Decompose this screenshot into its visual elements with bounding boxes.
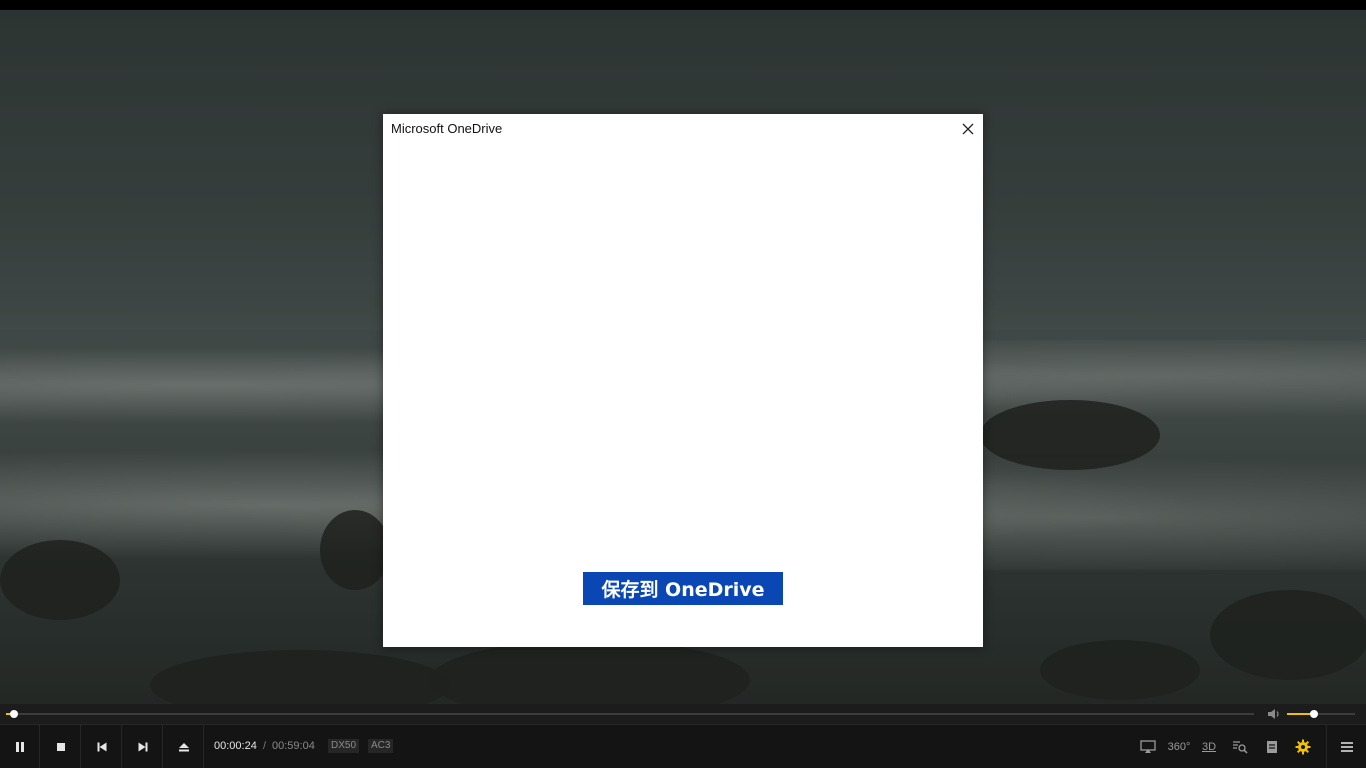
- eject-icon: [178, 742, 189, 751]
- video-codec-badge[interactable]: DX50: [328, 739, 360, 753]
- previous-button[interactable]: [82, 725, 122, 768]
- volume-slider[interactable]: [1287, 710, 1355, 718]
- next-icon: [138, 742, 147, 751]
- pause-icon: [15, 741, 24, 752]
- next-button[interactable]: [123, 725, 163, 768]
- subtitle-icon: [1267, 740, 1277, 753]
- menu-button[interactable]: [1326, 725, 1366, 768]
- time-separator: /: [263, 740, 267, 752]
- playlist-search-icon: [1233, 740, 1248, 754]
- playlist-search-button[interactable]: [1225, 725, 1255, 768]
- stop-icon: [56, 742, 65, 751]
- 360-button[interactable]: 360°: [1164, 725, 1194, 768]
- audio-codec-badge[interactable]: AC3: [368, 739, 394, 753]
- current-time: 00:00:24: [214, 740, 257, 752]
- close-button[interactable]: [957, 118, 979, 140]
- stop-button[interactable]: [41, 725, 81, 768]
- 3d-icon: 3D: [1201, 740, 1217, 753]
- volume-icon[interactable]: [1266, 707, 1282, 721]
- seek-row: [0, 704, 1366, 724]
- eject-button[interactable]: [164, 725, 204, 768]
- 360-icon: 360°: [1167, 740, 1191, 753]
- save-to-onedrive-button[interactable]: 保存到 OneDrive: [583, 572, 783, 605]
- volume-handle[interactable]: [1310, 710, 1319, 718]
- seek-handle[interactable]: [10, 710, 19, 718]
- close-icon: [962, 123, 974, 135]
- control-bar: 00:00:24 / 00:59:04 DX50 AC3 360° 3D: [0, 724, 1366, 768]
- screen-cast-button[interactable]: [1133, 725, 1163, 768]
- subtitle-button[interactable]: [1257, 725, 1287, 768]
- total-time[interactable]: 00:59:04: [272, 740, 315, 752]
- settings-button[interactable]: [1288, 725, 1318, 768]
- onedrive-dialog: Microsoft OneDrive 保存到 OneDrive: [383, 114, 983, 647]
- 3d-button[interactable]: 3D: [1194, 725, 1224, 768]
- settings-gear-icon: [1295, 739, 1311, 754]
- dialog-title: Microsoft OneDrive: [391, 121, 503, 136]
- menu-icon: [1340, 741, 1353, 752]
- seek-bar[interactable]: [6, 710, 1254, 718]
- screen-cast-icon: [1140, 739, 1156, 753]
- pause-button[interactable]: [0, 725, 40, 768]
- previous-icon: [97, 742, 106, 751]
